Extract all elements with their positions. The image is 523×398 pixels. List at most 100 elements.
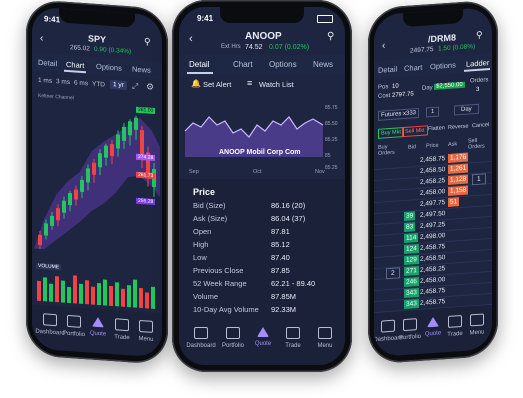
tab-detail[interactable]: Detail: [38, 58, 57, 68]
tab-underline: [64, 69, 86, 74]
price-row-value: 87.85M: [271, 292, 297, 301]
price-row-value: 85.12: [271, 240, 290, 249]
nav-trade-label: Trade: [285, 343, 301, 349]
price-row-label: Previous Close: [193, 266, 244, 275]
qty-stepper[interactable]: 1: [426, 106, 440, 118]
price-area-chart[interactable]: [179, 95, 345, 177]
price-row-label: Low: [193, 253, 207, 262]
tab-underline: [187, 72, 213, 74]
nav-quote-label: Quote: [254, 341, 272, 347]
battery-icon: [317, 15, 333, 23]
range-1yr[interactable]: 1 yr: [110, 79, 127, 91]
tab-bar: Detail Chart Options News: [179, 55, 345, 75]
back-icon[interactable]: ‹: [40, 33, 43, 44]
tab-chart[interactable]: Chart: [66, 60, 84, 70]
action-row: 🔔 Set Alert ≡ Watch List: [179, 77, 345, 93]
gear-icon[interactable]: ⚙: [146, 81, 154, 93]
day-pl-value: $2,550.00: [434, 81, 465, 90]
ladder-price: 2,458.75: [420, 243, 446, 252]
search-icon[interactable]: ⚲: [476, 30, 483, 41]
pos-label: Pos: [378, 84, 389, 91]
ladder-price: 2,458.25: [420, 265, 446, 274]
price-badge-4: 255.28: [136, 197, 156, 206]
day-pl-label: Day: [422, 85, 433, 92]
buy-order-cell[interactable]: 2: [386, 267, 400, 280]
tab-news[interactable]: News: [313, 60, 333, 69]
bottom-nav: Dashboard Portfolio Quote Trade Menu: [32, 304, 162, 358]
tab-chart[interactable]: Chart: [404, 63, 422, 73]
price-section: Price Bid (Size) 86.16 (20) Ask (Size) 86.0…: [179, 179, 345, 319]
futures-select[interactable]: Futures x333: [378, 107, 420, 121]
symbol-title: /DRM8: [428, 32, 457, 45]
tab-detail[interactable]: Detail: [378, 65, 397, 75]
volume-bars: [37, 275, 155, 310]
range-1ms[interactable]: 1 ms: [38, 77, 52, 85]
nav-dashboard[interactable]: Dashboard: [183, 327, 219, 349]
sell-mkt-button[interactable]: Sell Mkt: [402, 125, 428, 138]
tab-options[interactable]: Options: [430, 60, 456, 71]
ladder-bid: 83: [404, 222, 416, 233]
expand-icon[interactable]: ⤢: [132, 81, 138, 91]
col-sell-orders: Sell Orders: [468, 137, 485, 151]
back-icon[interactable]: ‹: [382, 40, 385, 51]
back-icon[interactable]: ‹: [189, 33, 193, 45]
symbol-title: SPY: [88, 33, 107, 45]
range-3ms[interactable]: 3 ms: [56, 78, 70, 86]
nav-menu[interactable]: Menu: [459, 313, 492, 338]
x-label-sep: Sep: [189, 169, 199, 175]
price-row: Open 87.81: [179, 227, 345, 240]
flatten-button[interactable]: Flatten: [428, 125, 445, 132]
trade-icon: [286, 327, 300, 339]
ladder-price: 2,498.00: [420, 232, 446, 241]
y-label-1: 85.75: [325, 105, 338, 111]
tab-news[interactable]: News: [132, 64, 151, 74]
tab-ladder[interactable]: Ladder: [466, 58, 489, 69]
bell-icon: 🔔: [191, 79, 201, 88]
tab-detail[interactable]: Detail: [189, 60, 209, 69]
search-icon[interactable]: ⚲: [327, 31, 334, 42]
reverse-button[interactable]: Reverse: [448, 124, 468, 131]
y-label-2: 85.50: [325, 121, 338, 127]
price-badge-1: 281.00: [136, 106, 156, 115]
ladder-bid: 114: [404, 233, 419, 244]
price-row: Ask (Size) 86.04 (37): [179, 214, 345, 227]
x-label-nov: Nov: [315, 169, 325, 175]
tab-chart[interactable]: Chart: [233, 60, 253, 69]
price-rows: Bid (Size) 86.16 (20) Ask (Size) 86.04 (37)…: [179, 201, 345, 319]
search-icon[interactable]: ⚲: [144, 36, 151, 47]
tif-select[interactable]: Day: [454, 103, 479, 116]
nav-menu[interactable]: Menu: [128, 319, 162, 344]
y-label-3: 85.25: [325, 137, 338, 143]
center-phone: 9:41 ‹ ANOOP ⚲ Ext Hrs 74.52 0.07 (0.02%…: [172, 0, 352, 372]
nav-menu-label: Menu: [317, 343, 333, 349]
candlestick-chart[interactable]: [34, 99, 160, 268]
range-ytd[interactable]: YTD: [92, 81, 105, 89]
ladder-price: 2,458.75: [420, 155, 446, 164]
notch: [59, 8, 135, 28]
ladder-bid: 124: [404, 243, 419, 255]
y-label-4: 85: [325, 153, 331, 159]
tab-options[interactable]: Options: [269, 60, 297, 69]
last-price: 265.02: [70, 44, 90, 53]
cancel-button[interactable]: Cancel: [472, 122, 489, 129]
buy-mkt-button[interactable]: Buy Mkt: [378, 127, 404, 139]
left-phone: 9:41 ‹ SPY ⚲ 265.02 0.90 (0.34%) Detail …: [26, 0, 168, 365]
sell-order-cell[interactable]: 1: [472, 173, 486, 186]
dashboard-icon: [194, 327, 208, 339]
nav-menu-label: Menu: [469, 329, 485, 337]
left-phone-screen: 9:41 ‹ SPY ⚲ 265.02 0.90 (0.34%) Detail …: [32, 6, 162, 358]
range-6ms[interactable]: 6 ms: [74, 79, 88, 87]
watch-list-button[interactable]: Watch List: [259, 80, 294, 89]
tab-options[interactable]: Options: [96, 62, 122, 73]
nav-menu[interactable]: Menu: [307, 327, 343, 349]
cost-value: 2797.75: [392, 91, 414, 99]
price-row: High 85.12: [179, 240, 345, 253]
ladder-price: 2,497.50: [420, 210, 446, 219]
price-row-value: 87.81: [271, 227, 290, 236]
price-row-label: Volume: [193, 292, 219, 301]
nav-trade[interactable]: Trade: [275, 327, 311, 349]
col-ask: Ask: [448, 141, 458, 148]
ext-hours-label: Ext Hrs: [221, 44, 241, 50]
price-row: Bid (Size) 86.16 (20): [179, 201, 345, 214]
set-alert-button[interactable]: Set Alert: [203, 80, 231, 89]
